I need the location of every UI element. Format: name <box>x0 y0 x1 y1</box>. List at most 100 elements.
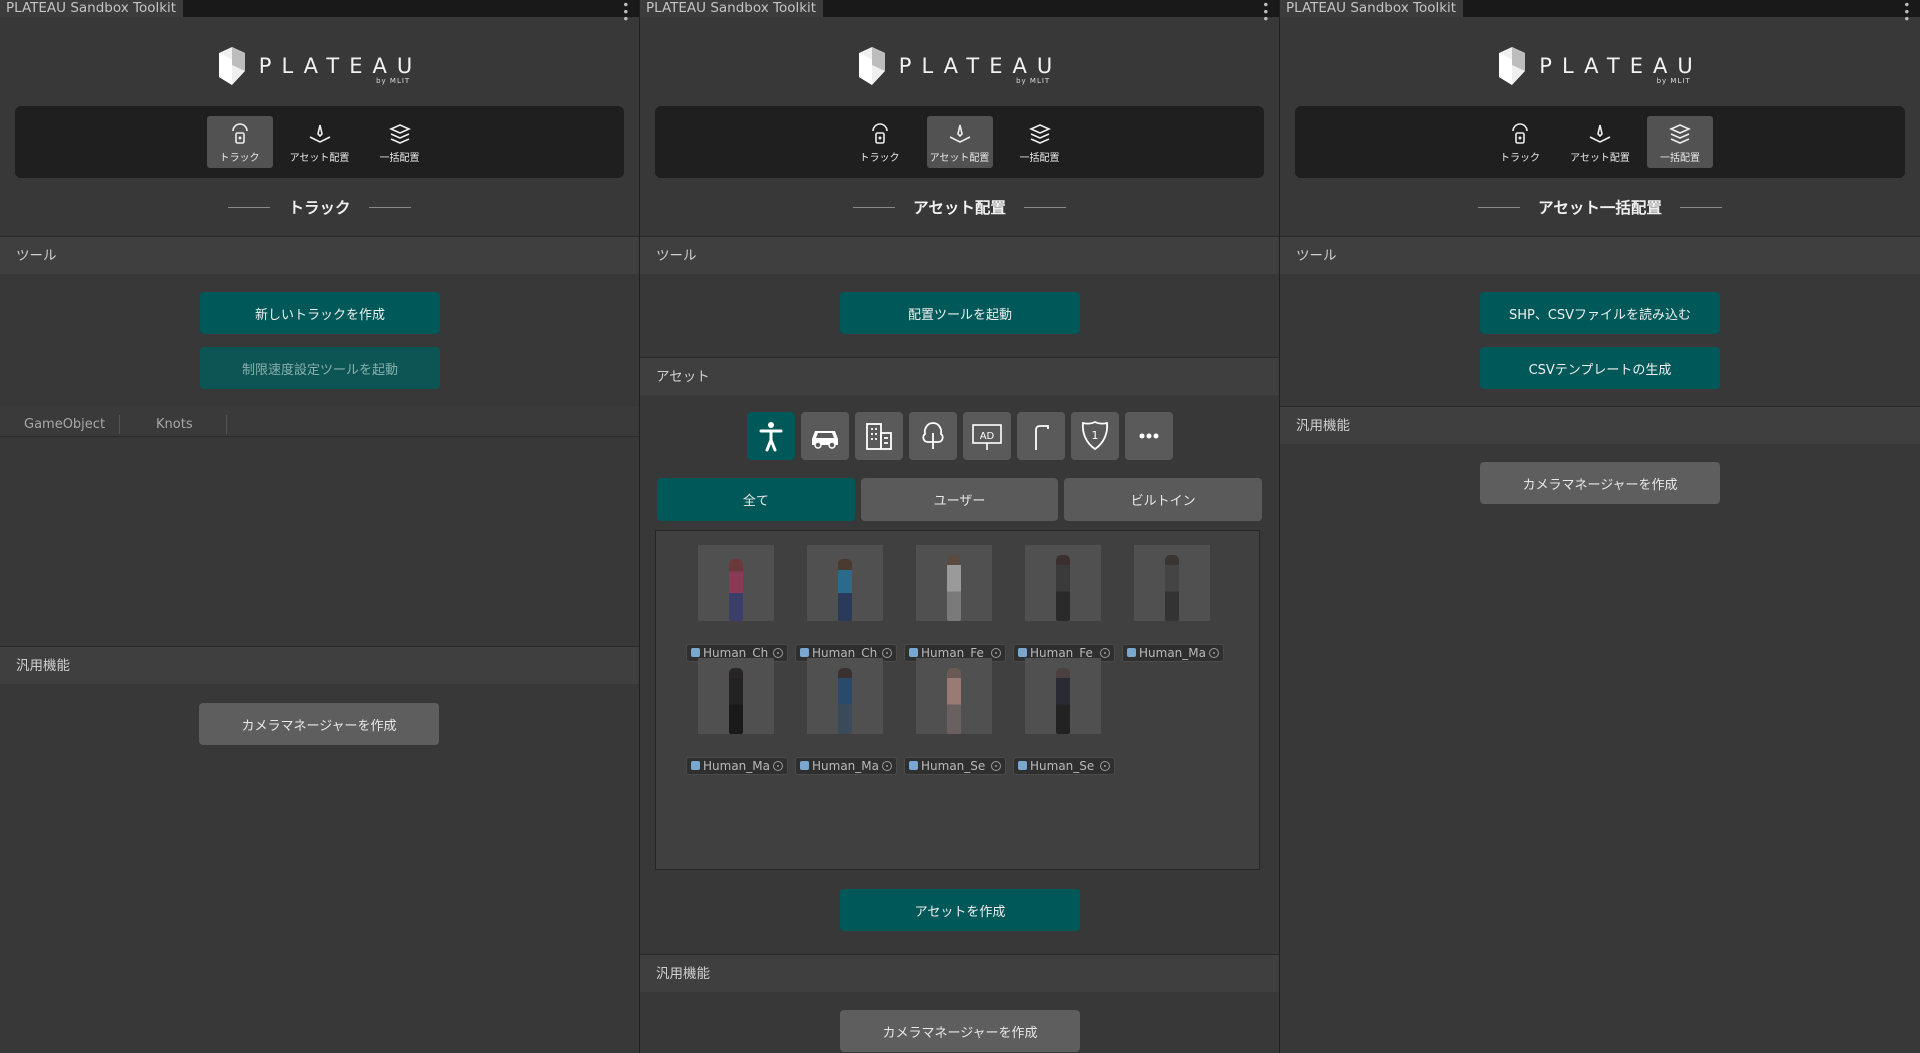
object-picker-icon[interactable] <box>991 761 1001 771</box>
prefab-icon <box>909 648 918 657</box>
heading-divider <box>1023 206 1066 208</box>
more-icon <box>1139 433 1158 439</box>
more-menu-icon[interactable]: ••• <box>618 1 632 22</box>
asset-thumbnail <box>1025 658 1101 734</box>
person-icon <box>759 422 782 452</box>
category-tree[interactable] <box>908 412 957 460</box>
object-picker-icon[interactable] <box>882 761 892 771</box>
asset-filter-tabs: 全て ユーザー ビルトイン <box>657 478 1263 521</box>
mode-asset-button[interactable]: アセット配置 <box>1567 116 1633 168</box>
generate-csv-template-button[interactable]: CSVテンプレートの生成 <box>1480 347 1720 389</box>
general-section-header: 汎用機能 <box>1280 406 1920 444</box>
tree-icon <box>921 422 944 449</box>
category-person[interactable] <box>746 412 795 460</box>
more-menu-icon[interactable]: ••• <box>1258 1 1272 22</box>
asset-name: Human_Se <box>921 759 986 773</box>
tab-bar: PLATEAU Sandbox Toolkit ••• <box>1280 0 1920 22</box>
asset-thumbnail <box>916 545 992 621</box>
asset-thumbnail <box>698 658 774 734</box>
more-menu-icon[interactable]: ••• <box>1899 1 1913 22</box>
column-knots[interactable]: Knots <box>120 407 227 436</box>
mode-track-button[interactable]: トラック <box>847 116 913 168</box>
street-light-icon <box>1034 425 1049 450</box>
category-bar: AD 1 <box>640 412 1279 460</box>
category-more[interactable] <box>1124 412 1173 460</box>
asset-name: Human_Ma <box>703 759 769 773</box>
prefab-icon <box>909 761 918 770</box>
logo-title: PLATEAU <box>258 54 423 78</box>
filter-user[interactable]: ユーザー <box>860 478 1059 521</box>
window-tab[interactable]: PLATEAU Sandbox Toolkit <box>0 0 183 17</box>
mode-asset-button[interactable]: アセット配置 <box>287 116 353 168</box>
mode-track-label: トラック <box>219 152 260 164</box>
mode-asset-label: アセット配置 <box>929 152 990 164</box>
object-picker-icon[interactable] <box>773 648 783 658</box>
column-gameobject[interactable]: GameObject <box>0 407 120 436</box>
plateau-logo-icon <box>858 47 885 85</box>
asset-name: Human_Se <box>1030 759 1095 773</box>
mode-asset-label: アセット配置 <box>1570 152 1630 164</box>
category-building[interactable] <box>854 412 903 460</box>
object-picker-icon[interactable] <box>1209 648 1219 658</box>
filter-builtin[interactable]: ビルトイン <box>1064 478 1263 521</box>
logo: PLATEAU by MLIT <box>0 45 639 87</box>
create-asset-button[interactable]: アセットを作成 <box>840 889 1080 931</box>
create-camera-manager-button[interactable]: カメラマネージャーを作成 <box>199 703 439 745</box>
panel-asset: PLATEAU Sandbox Toolkit ••• PLATEAU by M… <box>640 0 1279 1053</box>
heading-divider <box>1679 206 1722 208</box>
category-vehicle[interactable] <box>800 412 849 460</box>
window-tab[interactable]: PLATEAU Sandbox Toolkit <box>640 0 823 17</box>
mode-bulk-button[interactable]: 一括配置 <box>1647 116 1713 168</box>
heading-divider <box>853 206 896 208</box>
mode-track-button[interactable]: トラック <box>1487 116 1553 168</box>
window-tab[interactable]: PLATEAU Sandbox Toolkit <box>1280 0 1463 17</box>
object-picker-icon[interactable] <box>1100 648 1110 658</box>
object-picker-icon[interactable] <box>1100 761 1110 771</box>
mode-bar: トラック アセット配置 一括配置 <box>15 106 624 178</box>
tools-section-header: ツール <box>0 236 639 274</box>
tools-section-header: ツール <box>640 236 1279 274</box>
prefab-icon <box>691 761 700 770</box>
asset-label: Human_Se <box>904 757 1006 775</box>
prefab-icon <box>1018 648 1027 657</box>
load-shp-csv-button[interactable]: SHP、CSVファイルを読み込む <box>1480 292 1720 334</box>
heading-divider <box>1478 206 1521 208</box>
asset-place-icon <box>949 124 970 143</box>
mode-asset-button[interactable]: アセット配置 <box>926 116 993 168</box>
plateau-logo-icon <box>1499 47 1526 85</box>
asset-thumbnail <box>1134 545 1210 621</box>
create-camera-manager-button[interactable]: カメラマネージャーを作成 <box>1480 462 1720 504</box>
asset-place-icon <box>309 124 330 143</box>
panel-bulk: PLATEAU Sandbox Toolkit ••• PLATEAU by M… <box>1280 0 1920 1053</box>
section-heading: アセット一括配置 <box>1280 196 1920 218</box>
mode-bulk-button[interactable]: 一括配置 <box>367 116 433 168</box>
create-track-button[interactable]: 新しいトラックを作成 <box>200 292 440 334</box>
mode-bulk-label: 一括配置 <box>379 152 420 164</box>
object-picker-icon[interactable] <box>773 761 783 771</box>
page-title: アセット配置 <box>913 199 1006 217</box>
speed-limit-tool-button[interactable]: 制限速度設定ツールを起動 <box>200 347 440 389</box>
logo-subtitle: by MLIT <box>1656 77 1691 85</box>
category-route-sign[interactable]: 1 <box>1070 412 1119 460</box>
launch-placement-tool-button[interactable]: 配置ツールを起動 <box>840 292 1080 334</box>
logo-title: PLATEAU <box>1539 54 1703 78</box>
object-picker-icon[interactable] <box>991 648 1001 658</box>
category-street-light[interactable] <box>1016 412 1065 460</box>
heading-divider <box>368 206 411 208</box>
page-title: トラック <box>288 199 351 217</box>
asset-label: Human_Se <box>1013 757 1115 775</box>
logo: PLATEAU by MLIT <box>1280 45 1920 87</box>
mode-bulk-button[interactable]: 一括配置 <box>1007 116 1073 168</box>
category-ad[interactable]: AD <box>962 412 1011 460</box>
mode-track-button[interactable]: トラック <box>206 116 273 168</box>
filter-all[interactable]: 全て <box>657 478 855 521</box>
tab-bar: PLATEAU Sandbox Toolkit ••• <box>640 0 1279 22</box>
panel-track: PLATEAU Sandbox Toolkit ••• PLATEAU by M… <box>0 0 639 1053</box>
ad-sign-text: AD <box>979 431 994 442</box>
mode-track-label: トラック <box>1500 152 1540 164</box>
create-camera-manager-button[interactable]: カメラマネージャーを作成 <box>840 1010 1080 1052</box>
car-icon <box>811 431 838 449</box>
track-table-header: GameObject Knots <box>0 407 639 437</box>
object-picker-icon[interactable] <box>882 648 892 658</box>
section-heading: アセット配置 <box>640 196 1279 218</box>
